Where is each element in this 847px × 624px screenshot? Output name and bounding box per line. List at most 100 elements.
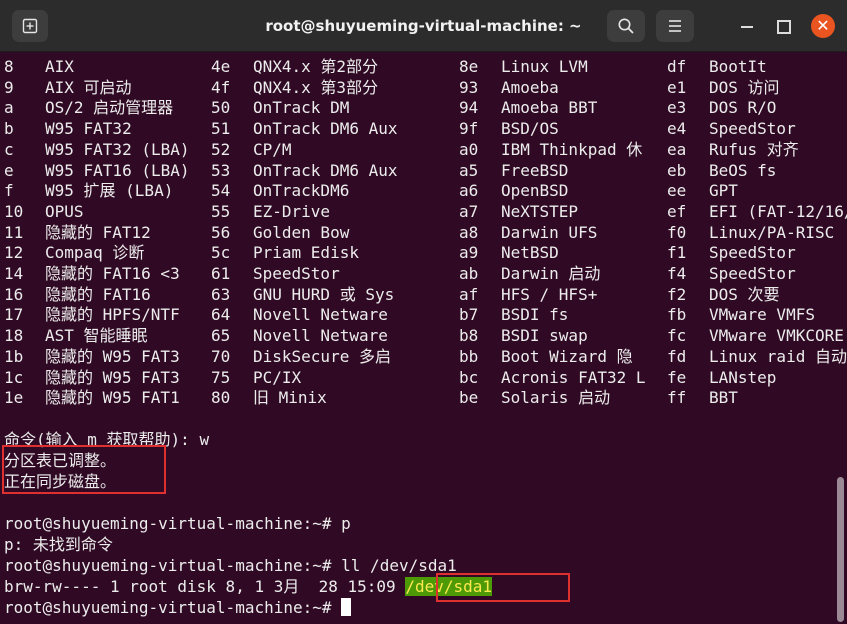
type-name: QNX4.x 第3部分 — [253, 77, 379, 97]
type-name: Compaq 诊断 — [45, 243, 145, 263]
type-code: 63 — [211, 284, 231, 304]
type-code: 1e — [4, 388, 24, 408]
type-code: bc — [459, 367, 479, 387]
type-name: AST 智能睡眠 — [45, 326, 148, 346]
type-code: f2 — [667, 284, 687, 304]
type-code: ee — [667, 181, 687, 201]
terminal-window: root@shuyueming-virtual-machine: ~ ✕ 8 AI… — [0, 0, 847, 624]
type-code: 64 — [211, 305, 231, 325]
type-code: f0 — [667, 222, 687, 242]
type-name: BSDI swap — [501, 326, 588, 346]
type-name: 隐藏的 W95 FAT3 — [45, 367, 180, 387]
type-name: GPT — [709, 181, 738, 201]
type-name: GNU HURD 或 Sys — [253, 284, 395, 304]
type-name: PC/IX — [253, 367, 302, 387]
type-code: ef — [667, 201, 687, 221]
type-code: 94 — [459, 98, 479, 118]
type-name: QNX4.x 第2部分 — [253, 57, 379, 76]
type-code: e1 — [667, 77, 687, 97]
type-name: Darwin UFS — [501, 222, 598, 242]
type-name: OnTrack DM — [253, 98, 350, 118]
minimize-button[interactable] — [736, 17, 758, 35]
command-input: w — [199, 430, 210, 449]
type-name: OnTrack DM6 Aux — [253, 160, 398, 180]
type-name: VMware VMKCORE — [709, 326, 844, 346]
type-name: DOS R/O — [709, 98, 777, 118]
close-button[interactable]: ✕ — [811, 14, 835, 38]
type-name: 隐藏的 FAT12 — [45, 222, 151, 242]
type-code: 70 — [211, 346, 231, 366]
type-code: 10 — [4, 201, 24, 221]
type-code: a7 — [459, 201, 479, 221]
annotation-box-messages — [2, 445, 166, 494]
type-name: AIX 可启动 — [45, 77, 132, 97]
type-code: 93 — [459, 77, 479, 97]
type-name: Boot Wizard 隐 — [501, 346, 633, 366]
type-code: e — [4, 160, 14, 180]
type-name: Amoeba BBT — [501, 98, 598, 118]
type-name: DOS 访问 — [709, 77, 780, 97]
type-name: SpeedStor — [253, 264, 340, 283]
type-code: a9 — [459, 243, 479, 263]
search-button[interactable] — [607, 10, 645, 42]
type-name: IBM Thinkpad 休 — [501, 139, 643, 159]
terminal-output[interactable]: 8 AIX 4e QNX4.x 第2部分 8e Linux LVM df BootIt 9 AIX… — [0, 52, 847, 624]
type-code: eb — [667, 160, 687, 180]
type-code: 53 — [211, 160, 231, 180]
type-code: 56 — [211, 222, 231, 242]
type-name: DiskSecure 多启 — [253, 346, 391, 366]
type-name: NetBSD — [501, 243, 559, 263]
type-code: ea — [667, 139, 687, 159]
type-name: SpeedStor — [709, 243, 796, 263]
new-tab-button[interactable] — [12, 10, 48, 42]
type-name: LANstep — [709, 367, 777, 387]
shell-prompt: root@shuyueming-virtual-machine:~# — [4, 556, 342, 575]
type-code: 14 — [4, 264, 24, 283]
menu-button[interactable] — [656, 10, 694, 42]
shell-prompt: root@shuyueming-virtual-machine:~# — [4, 514, 342, 533]
type-code: af — [459, 284, 479, 304]
type-code: 50 — [211, 98, 231, 118]
prompt-line-2: root@shuyueming-virtual-machine:~# ll /d… — [4, 555, 457, 576]
type-code: c — [4, 139, 14, 159]
type-name: Novell Netware — [253, 326, 388, 346]
type-name: EZ-Drive — [253, 201, 331, 221]
prompt-line-3: root@shuyueming-virtual-machine:~# — [4, 597, 352, 618]
annotation-box-device — [436, 573, 570, 602]
type-code: a8 — [459, 222, 479, 242]
type-name: OS/2 启动管理器 — [45, 98, 174, 118]
type-name: Novell Netware — [253, 305, 388, 325]
type-name: Linux/PA-RISC — [709, 222, 835, 242]
window-title: root@shuyueming-virtual-machine: ~ — [265, 17, 582, 35]
type-code: 80 — [211, 388, 231, 408]
type-name: EFI (FAT-12/16/ — [709, 201, 847, 221]
type-name: 隐藏的 FAT16 — [45, 284, 151, 304]
type-code: 54 — [211, 181, 231, 201]
type-code: fc — [667, 326, 687, 346]
type-code: f — [4, 181, 14, 201]
error-not-found: p: 未找到命令 — [4, 535, 113, 554]
type-code: fb — [667, 305, 687, 325]
scrollbar-thumb[interactable] — [837, 477, 844, 622]
type-name: OnTrack DM6 Aux — [253, 119, 398, 139]
type-name: Solaris 启动 — [501, 388, 611, 408]
type-name: Golden Bow — [253, 222, 350, 242]
type-code: ab — [459, 264, 479, 283]
type-code: 16 — [4, 284, 24, 304]
type-code: 5c — [211, 243, 231, 263]
type-code: 55 — [211, 201, 231, 221]
type-code: a0 — [459, 139, 479, 159]
type-code: 17 — [4, 305, 24, 325]
type-name: Priam Edisk — [253, 243, 359, 263]
type-name: OPUS — [45, 201, 84, 221]
type-code: 1b — [4, 346, 24, 366]
maximize-button[interactable] — [772, 17, 794, 35]
type-code: a6 — [459, 181, 479, 201]
type-name: OpenBSD — [501, 181, 569, 201]
type-code: e3 — [667, 98, 687, 118]
type-name: BeOS fs — [709, 160, 777, 180]
new-tab-icon — [22, 18, 38, 34]
type-name: W95 FAT16 (LBA) — [45, 160, 190, 180]
type-name: VMware VMFS — [709, 305, 815, 325]
ls-attributes: brw-rw---- 1 root disk 8, 1 3月 28 15:09 — [4, 577, 406, 596]
